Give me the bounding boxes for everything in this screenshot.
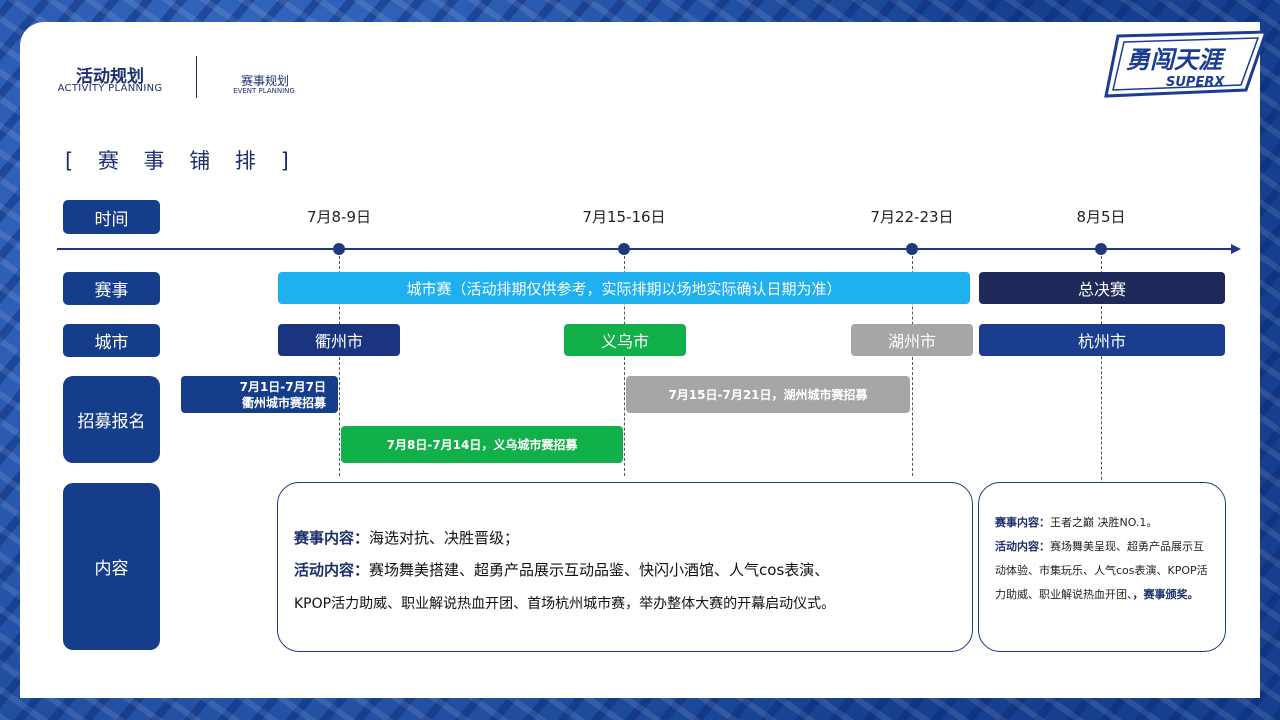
content-box-final: 赛事内容：王者之巅 决胜NO.1。 活动内容：赛场舞美呈现、超勇产品展示互动体验…: [978, 482, 1226, 652]
date-label-3: 7月22-23日: [870, 208, 954, 226]
timeline-arrow: [1231, 244, 1241, 254]
row-label-content: 内容: [63, 483, 160, 650]
content-activity-line: 活动内容：赛场舞美搭建、超勇产品展示互动品鉴、快闪小酒馆、人气cos表演、: [294, 559, 829, 581]
recruit-bar-huzhou: 7月15日-7月21日，湖州城市赛招募: [626, 376, 910, 413]
recruit-bar-yiwu: 7月8日-7月14日，义乌城市赛招募: [341, 426, 623, 463]
timeline-axis: [57, 248, 1233, 250]
content-event-text: 海选对抗、决胜晋级；: [369, 529, 520, 547]
final-event-label: 赛事内容：: [995, 516, 1050, 529]
date-label-4: 8月5日: [1076, 208, 1126, 226]
content-event-label: 赛事内容：: [294, 529, 370, 547]
logo-text-cn: 勇闯天涯: [1126, 46, 1227, 74]
final-content-text: 赛事内容：王者之巅 决胜NO.1。 活动内容：赛场舞美呈现、超勇产品展示互动体验…: [995, 511, 1211, 607]
content-activity-line-2: KPOP活力助威、职业解说热血开团、首场杭州城市赛，举办整体大赛的开幕启动仪式。: [294, 596, 836, 612]
section-subtitle: EVENT PLANNING: [233, 87, 295, 95]
timeline-dot: [333, 243, 345, 255]
event-bar-city-race: 城市赛（活动排期仅供参考，实际排期以场地实际确认日期为准）: [278, 272, 970, 304]
header-divider: [196, 56, 197, 98]
city-bar-yiwu: 义乌市: [564, 324, 686, 356]
row-label-time: 时间: [63, 200, 160, 234]
timeline-dot: [618, 243, 630, 255]
content-box-city-race: 赛事内容：海选对抗、决胜晋级； 活动内容：赛场舞美搭建、超勇产品展示互动品鉴、快…: [277, 482, 973, 652]
content-event-line: 赛事内容：海选对抗、决胜晋级；: [294, 527, 519, 549]
final-award-text: ，赛事颁奖。: [1132, 588, 1199, 601]
content-activity-text: 赛场舞美搭建、超勇产品展示互动品鉴、快闪小酒馆、人气cos表演、: [369, 561, 830, 579]
event-bar-final: 总决赛: [979, 272, 1225, 304]
logo-text-en: SUPERX: [1166, 75, 1225, 90]
city-bar-quzhou: 衢州市: [278, 324, 400, 356]
city-bar-hangzhou: 杭州市: [979, 324, 1225, 356]
row-label-city: 城市: [63, 324, 160, 357]
header-subtitle: ACTIVITY PLANNING: [57, 83, 163, 94]
row-label-recruit: 招募报名: [63, 376, 160, 463]
row-label-event: 赛事: [63, 272, 160, 305]
timeline-dot: [906, 243, 918, 255]
date-label-1: 7月8-9日: [306, 208, 372, 226]
final-activity-label: 活动内容：: [995, 540, 1050, 553]
timeline-dot: [1095, 243, 1107, 255]
brand-logo: 勇闯天涯 SUPERX: [1104, 30, 1268, 98]
recruit-quzhou-dates: 7月1日-7月7日: [239, 379, 326, 394]
final-event-text: 王者之巅 决胜NO.1。: [1050, 516, 1158, 529]
content-activity-label: 活动内容：: [294, 561, 370, 579]
recruit-bar-quzhou: 7月1日-7月7日 衢州城市赛招募: [181, 376, 338, 413]
date-label-2: 7月15-16日: [582, 208, 666, 226]
recruit-quzhou-label: 衢州城市赛招募: [241, 395, 326, 410]
page-title: [ 赛 事 铺 排 ]: [65, 149, 298, 173]
city-bar-huzhou: 湖州市: [851, 324, 973, 356]
